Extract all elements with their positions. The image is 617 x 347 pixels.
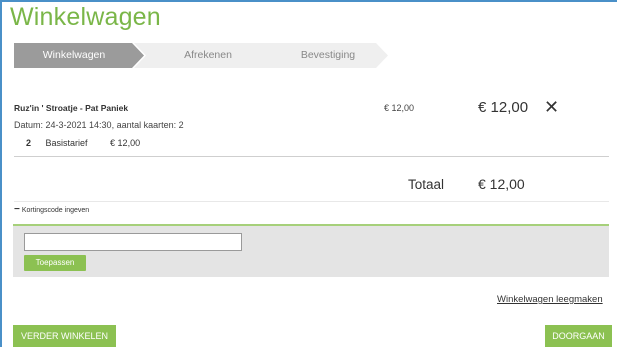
ticket-price: € 12,00 [110,138,141,148]
step-cart-label: Winkelwagen [42,49,106,61]
step-cart: Winkelwagen [14,43,144,68]
cart-item-line-total: € 12,00 [478,99,529,116]
ticket-row: 2 Basistarief € 12,00 [26,138,140,148]
step-checkout-label: Afrekenen [184,49,232,61]
apply-coupon-button[interactable]: Toepassen [24,255,86,271]
remove-item-close-icon[interactable]: ✕ [544,98,559,116]
coupon-panel: Toepassen [13,224,609,277]
coupon-code-input[interactable] [24,233,242,251]
cart-item-date: Datum: 24-3-2021 14:30, aantal kaarten: … [14,120,184,130]
step-confirmation-label: Bevestiging [300,49,356,61]
coupon-toggle[interactable]: − Kortingscode ingeven [14,204,89,215]
coupon-toggle-label: Kortingscode ingeven [21,207,90,214]
divider [14,156,609,157]
proceed-button[interactable]: DOORGAAN [545,325,612,347]
divider [14,201,609,202]
empty-cart-link[interactable]: Winkelwagen leegmaken [497,294,603,305]
page-title: Winkelwagen [10,3,161,31]
checkout-steps: Winkelwagen Afrekenen Bevestiging [14,43,388,68]
cart-item-unit-price: € 12,00 [384,103,415,113]
step-checkout: Afrekenen [134,43,268,68]
collapse-minus-icon: − [14,204,20,215]
total-label: Totaal [408,177,445,192]
total-value: € 12,00 [478,176,525,192]
step-confirmation: Bevestiging [254,43,388,68]
cart-item-event-name: Ruz'in ' Stroatje - Pat Paniek [14,103,129,113]
continue-shopping-button[interactable]: VERDER WINKELEN [13,325,116,347]
ticket-quantity: 2 [26,138,32,148]
ticket-type: Basistarief [45,138,88,148]
